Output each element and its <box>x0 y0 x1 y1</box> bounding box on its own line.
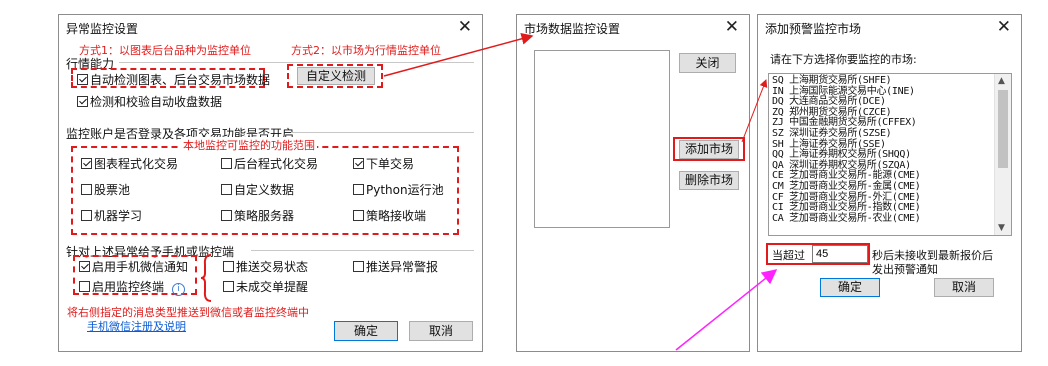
arrow-to-timeout <box>675 269 778 351</box>
annotation-arrows <box>383 32 778 351</box>
arrow-to-market-dialog <box>383 32 534 77</box>
arrow-to-add-market <box>741 79 768 143</box>
